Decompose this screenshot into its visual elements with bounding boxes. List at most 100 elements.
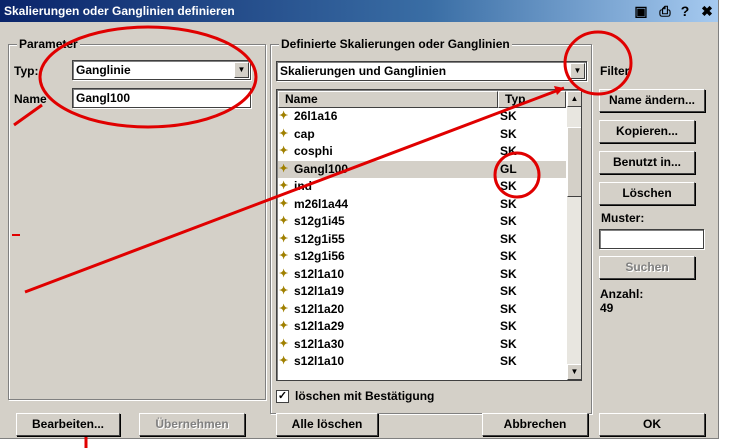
row-name: cap (294, 126, 315, 141)
scale-item-icon: ✦ (279, 320, 289, 332)
save-icon[interactable]: ▣ (633, 3, 649, 19)
table-row[interactable]: ✦ s12l1a10 SK (278, 353, 566, 371)
row-name: 26l1a16 (294, 109, 338, 123)
print-icon[interactable]: ⎙ (657, 3, 673, 19)
row-name: s12g1i55 (294, 231, 345, 246)
delete-all-button[interactable]: Alle löschen (276, 413, 378, 436)
row-name: s12l1a10 (294, 354, 345, 368)
typ-select-value: Ganglinie (76, 63, 131, 77)
defined-group-label: Definierte Skalierungen oder Ganglinien (279, 37, 512, 51)
table-row[interactable]: ✦ s12l1a30 SK (278, 336, 566, 354)
column-header-name[interactable]: Name (278, 91, 498, 108)
close-icon[interactable]: ✖ (699, 3, 715, 19)
pattern-input[interactable] (599, 229, 704, 249)
ok-button[interactable]: OK (599, 413, 705, 436)
scale-item-icon: ✦ (279, 145, 289, 157)
list-rows: ✦ 26l1a16 SK ✦ cap SK ✦ cosphi SK ✦ Gangl100 GL ✦ ind… (278, 108, 566, 371)
column-header-type-label: Typ (505, 92, 526, 106)
row-name: s12l1a10 (294, 266, 345, 281)
scale-item-icon: ✦ (279, 162, 289, 175)
table-row[interactable]: ✦ cap SK (278, 126, 566, 144)
table-row[interactable]: ✦ s12g1i45 SK (278, 213, 566, 231)
count-label: Anzahl: (600, 287, 644, 301)
scale-item-icon: ✦ (279, 232, 289, 245)
table-row[interactable]: ✦ s12l1a20 SK (278, 301, 566, 319)
confirm-delete-checkbox[interactable]: ✓ (276, 390, 289, 403)
row-name: m26l1a44 (294, 196, 349, 211)
rename-button[interactable]: Name ändern... (599, 89, 705, 112)
vertical-scrollbar[interactable]: ▲ ▼ (567, 91, 581, 380)
table-row[interactable]: ✦ m26l1a44 SK (278, 196, 566, 214)
apply-button[interactable]: Übernehmen (139, 413, 245, 436)
confirm-delete-label: löschen mit Bestätigung (295, 389, 435, 403)
chevron-down-icon[interactable]: ▼ (570, 63, 585, 79)
table-row[interactable]: ✦ 26l1a16 SK (278, 108, 566, 126)
table-row[interactable]: ✦ Gangl100 GL (278, 160, 566, 178)
scale-item-icon: ✦ (279, 127, 289, 140)
filter-select-value: Skalierungen und Ganglinien (280, 64, 447, 78)
scale-item-icon: ✦ (279, 250, 289, 262)
scale-item-icon: ✦ (279, 267, 289, 280)
copy-button[interactable]: Kopieren... (599, 120, 695, 143)
scroll-thumb[interactable] (567, 127, 581, 197)
scale-item-icon: ✦ (279, 337, 289, 350)
help-icon[interactable]: ? (677, 3, 693, 19)
chevron-down-icon[interactable]: ▼ (234, 62, 249, 78)
table-row[interactable]: ✦ s12l1a29 SK (278, 318, 566, 336)
definitions-list[interactable]: Name Typ ✦ 26l1a16 SK ✦ cap SK ✦ cosphi SK ✦ Gangl… (276, 89, 582, 381)
row-name: ind (294, 179, 312, 193)
row-type: SK (500, 354, 517, 368)
delete-button[interactable]: Löschen (599, 182, 695, 205)
scale-item-icon: ✦ (279, 355, 289, 367)
row-name: s12g1i45 (294, 214, 345, 228)
row-name: s12l1a20 (294, 301, 345, 316)
row-type: SK (500, 319, 517, 333)
row-type: SK (500, 249, 517, 263)
used-in-button[interactable]: Benutzt in... (599, 151, 695, 174)
row-type: SK (500, 231, 517, 246)
row-type: SK (500, 301, 517, 316)
row-name: s12l1a29 (294, 319, 345, 333)
row-type: SK (500, 109, 517, 123)
scroll-up-button[interactable]: ▲ (567, 91, 581, 107)
typ-label: Typ: (14, 64, 39, 78)
table-row[interactable]: ✦ s12l1a19 SK (278, 283, 566, 301)
scale-item-icon: ✦ (279, 197, 289, 210)
title-bar[interactable]: Skalierungen oder Ganglinien definieren … (0, 0, 718, 22)
name-input[interactable]: Gangl100 (72, 88, 251, 108)
filter-select[interactable]: Skalierungen und Ganglinien ▼ (276, 61, 587, 81)
row-name: Gangl100 (294, 161, 349, 176)
table-row[interactable]: ✦ s12g1i56 SK (278, 248, 566, 266)
scroll-down-button[interactable]: ▼ (567, 364, 581, 380)
scale-item-icon: ✦ (279, 215, 289, 227)
table-row[interactable]: ✦ ind SK (278, 178, 566, 196)
row-type: GL (500, 161, 517, 176)
row-type: SK (500, 179, 517, 193)
row-type: SK (500, 284, 517, 298)
table-row[interactable]: ✦ s12g1i55 SK (278, 231, 566, 249)
cancel-button[interactable]: Abbrechen (482, 413, 588, 436)
row-type: SK (500, 214, 517, 228)
name-label: Name (14, 92, 47, 106)
search-button[interactable]: Suchen (599, 256, 695, 279)
table-row[interactable]: ✦ s12l1a10 SK (278, 266, 566, 284)
scale-item-icon: ✦ (279, 110, 289, 122)
row-name: cosphi (294, 144, 333, 158)
row-type: SK (500, 266, 517, 281)
row-type: SK (500, 144, 517, 158)
pattern-label: Muster: (601, 211, 645, 225)
table-row[interactable]: ✦ cosphi SK (278, 143, 566, 161)
name-input-value: Gangl100 (76, 91, 131, 105)
scale-item-icon: ✦ (279, 285, 289, 297)
row-type: SK (500, 196, 517, 211)
row-name: s12g1i56 (294, 249, 345, 263)
row-name: s12l1a30 (294, 336, 345, 351)
row-name: s12l1a19 (294, 284, 345, 298)
edit-button[interactable]: Bearbeiten... (16, 413, 120, 436)
row-type: SK (500, 336, 517, 351)
typ-select[interactable]: Ganglinie ▼ (72, 60, 251, 80)
count-value: 49 (600, 301, 614, 315)
row-type: SK (500, 126, 517, 141)
column-header-type[interactable]: Typ (498, 91, 566, 108)
column-header-name-label: Name (285, 92, 318, 106)
